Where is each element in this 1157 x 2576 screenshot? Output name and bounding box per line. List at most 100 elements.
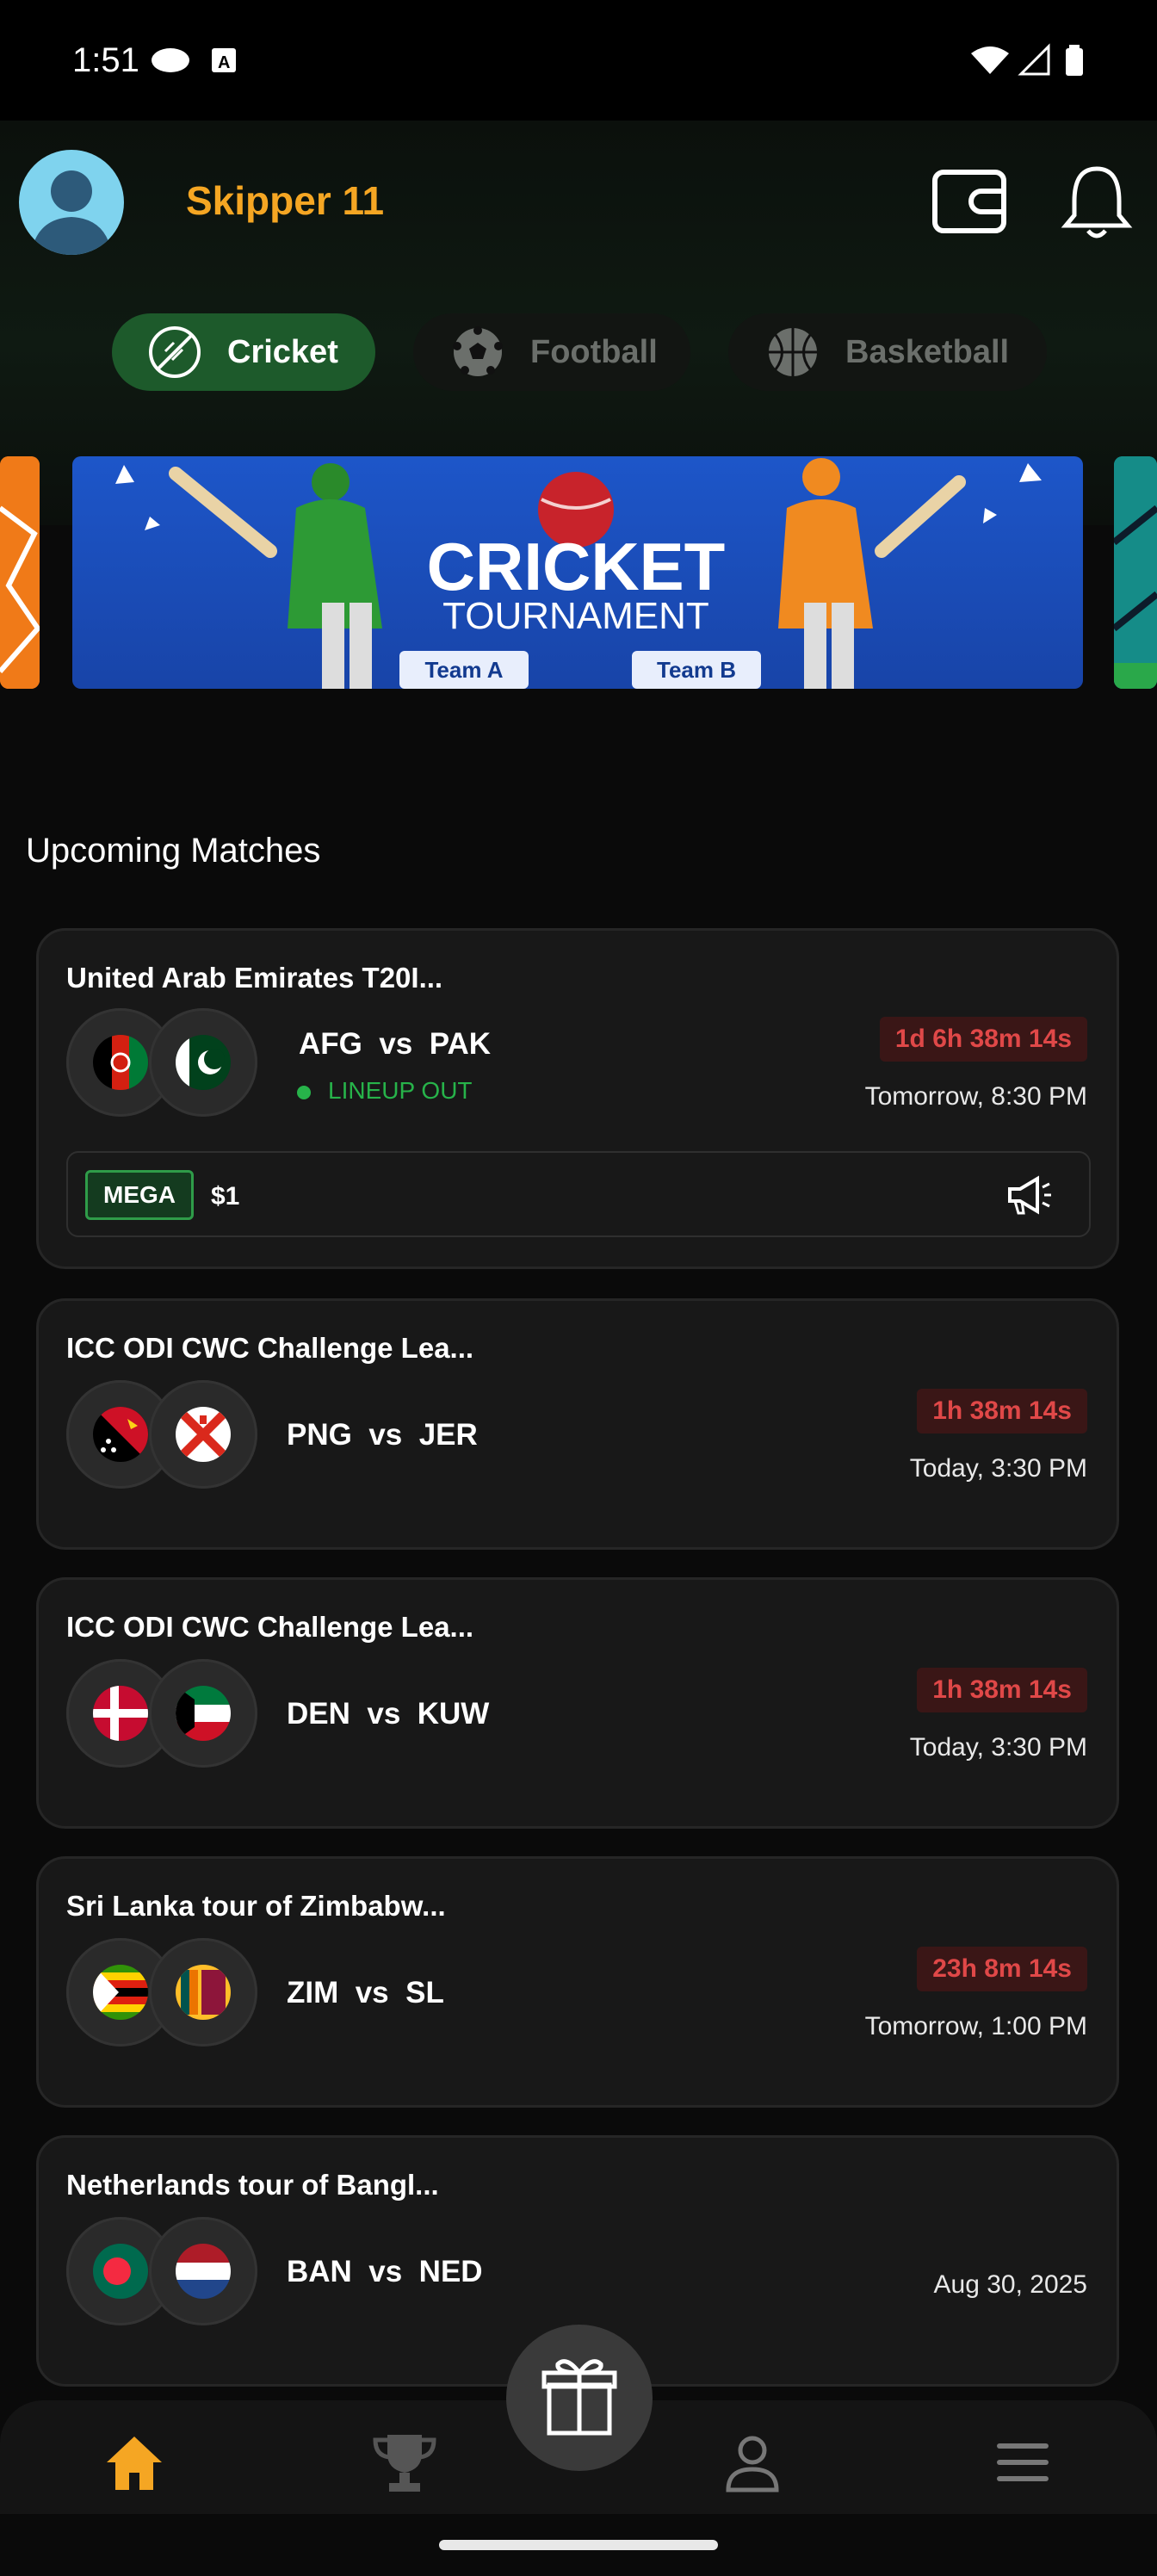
banner-cricket-tournament[interactable]: CRICKET TOURNAMENT Team A Team B bbox=[72, 456, 1083, 689]
match-teams: AFG vs PAK bbox=[299, 1027, 491, 1062]
lineup-dot-icon bbox=[297, 1085, 311, 1099]
team1-code: ZIM bbox=[287, 1976, 339, 2009]
section-title: Upcoming Matches bbox=[26, 832, 321, 870]
match-series: United Arab Emirates T20I... bbox=[66, 962, 443, 994]
lineup-status: LINEUP OUT bbox=[297, 1077, 473, 1105]
status-icons-right bbox=[969, 43, 1090, 82]
banner-art: CRICKET TOURNAMENT Team A Team B bbox=[72, 456, 1083, 689]
team1-code: AFG bbox=[299, 1027, 362, 1061]
avatar[interactable] bbox=[19, 150, 124, 255]
banner-title: CRICKET bbox=[427, 529, 726, 604]
home-icon bbox=[107, 2437, 162, 2490]
flag-kuw-icon bbox=[176, 1686, 231, 1741]
vs-label: vs bbox=[368, 2255, 403, 2288]
banner-prev-art bbox=[0, 456, 40, 689]
match-card[interactable]: ICC ODI CWC Challenge Lea... DEN vs KUW … bbox=[36, 1577, 1119, 1829]
team2-code: NED bbox=[418, 2255, 483, 2288]
nav-trophy[interactable] bbox=[372, 2430, 437, 2495]
countdown-badge: 1d 6h 38m 14s bbox=[879, 1017, 1087, 1062]
cricket-ball-icon bbox=[149, 326, 201, 378]
status-time: 1:51 bbox=[72, 41, 139, 79]
megaphone-icon[interactable] bbox=[1006, 1173, 1053, 1217]
team1-code: DEN bbox=[287, 1697, 350, 1731]
app-title: Skipper 11 bbox=[186, 178, 385, 223]
trophy-icon bbox=[373, 2435, 436, 2492]
team2-code: KUW bbox=[417, 1697, 490, 1731]
match-teams: BAN vs NED bbox=[287, 2255, 483, 2289]
home-indicator bbox=[439, 2540, 718, 2550]
sport-tabs: Cricket Football Basketball bbox=[0, 313, 1157, 393]
match-card[interactable]: ICC ODI CWC Challenge Lea... PNG vs JER … bbox=[36, 1298, 1119, 1550]
banner-next-peek[interactable] bbox=[1114, 456, 1157, 689]
banner-team-a: Team A bbox=[424, 657, 503, 683]
match-time: Tomorrow, 8:30 PM bbox=[864, 1082, 1087, 1111]
football-icon bbox=[453, 326, 503, 376]
team2-flag bbox=[149, 1380, 257, 1489]
tab-basketball[interactable]: Basketball bbox=[728, 313, 1047, 391]
user-avatar-icon bbox=[31, 170, 112, 255]
lineup-label: LINEUP OUT bbox=[328, 1077, 473, 1104]
basketball-icon bbox=[769, 328, 817, 376]
contest-row[interactable]: MEGA $1 bbox=[66, 1151, 1091, 1237]
match-series: ICC ODI CWC Challenge Lea... bbox=[66, 1611, 474, 1643]
vs-label: vs bbox=[368, 1418, 403, 1452]
match-time: Today, 3:30 PM bbox=[909, 1733, 1087, 1762]
flag-png-icon bbox=[93, 1407, 148, 1462]
wallet-button[interactable] bbox=[930, 162, 1012, 245]
bell-icon bbox=[1061, 166, 1133, 238]
wallet-icon bbox=[932, 170, 1006, 233]
match-time: Tomorrow, 1:00 PM bbox=[864, 2012, 1087, 2040]
match-teams: ZIM vs SL bbox=[287, 1976, 444, 2010]
flag-sl-icon bbox=[176, 1965, 231, 2020]
match-series: Netherlands tour of Bangl... bbox=[66, 2169, 439, 2201]
team1-code: BAN bbox=[287, 2255, 352, 2288]
team2-flag bbox=[149, 1938, 257, 2047]
tab-football[interactable]: Football bbox=[413, 313, 690, 391]
banner-next-art bbox=[1114, 456, 1157, 689]
tab-basketball-label: Basketball bbox=[845, 333, 1010, 370]
match-time: Today, 3:30 PM bbox=[909, 1454, 1087, 1483]
match-card[interactable]: United Arab Emirates T20I... AFG vs PAK … bbox=[36, 928, 1119, 1269]
banner-subtitle: TOURNAMENT bbox=[442, 595, 709, 637]
vs-label: vs bbox=[379, 1027, 413, 1061]
match-teams: DEN vs KUW bbox=[287, 1697, 489, 1731]
countdown-badge: 1h 38m 14s bbox=[917, 1389, 1087, 1434]
countdown-badge: 1h 38m 14s bbox=[917, 1668, 1087, 1712]
team2-code: SL bbox=[405, 1976, 444, 2009]
match-series: ICC ODI CWC Challenge Lea... bbox=[66, 1332, 474, 1364]
user-icon bbox=[726, 2436, 779, 2492]
menu-icon bbox=[997, 2443, 1049, 2481]
flag-pak-icon bbox=[176, 1035, 231, 1090]
banner-team-b: Team B bbox=[657, 657, 736, 683]
status-icons-left: A bbox=[152, 43, 238, 80]
svg-text:A: A bbox=[218, 53, 230, 72]
notifications-button[interactable] bbox=[1055, 160, 1138, 243]
team2-code: PAK bbox=[429, 1027, 492, 1061]
flag-zim-icon bbox=[93, 1965, 148, 2020]
nav-profile[interactable] bbox=[720, 2430, 785, 2495]
team1-code: PNG bbox=[287, 1418, 352, 1452]
countdown-badge: 23h 8m 14s bbox=[917, 1947, 1087, 1991]
gift-button[interactable] bbox=[506, 2325, 653, 2471]
tab-cricket[interactable]: Cricket bbox=[112, 313, 375, 391]
match-time: Aug 30, 2025 bbox=[933, 2270, 1088, 2299]
flag-ned-icon bbox=[176, 2244, 231, 2299]
flag-afg-icon bbox=[93, 1035, 148, 1090]
team2-flag bbox=[149, 1659, 257, 1768]
contest-price: $1 bbox=[211, 1182, 240, 1211]
tab-cricket-label: Cricket bbox=[227, 333, 338, 370]
team2-flag bbox=[149, 1008, 257, 1117]
nav-home[interactable] bbox=[102, 2430, 167, 2495]
flag-jer-icon bbox=[176, 1407, 231, 1462]
match-teams: PNG vs JER bbox=[287, 1418, 478, 1452]
match-card[interactable]: Sri Lanka tour of Zimbabw... ZIM vs SL 2… bbox=[36, 1856, 1119, 2108]
flag-ban-icon bbox=[93, 2244, 148, 2299]
banner-prev-peek[interactable] bbox=[0, 456, 40, 689]
team2-flag bbox=[149, 2217, 257, 2325]
flag-den-icon bbox=[93, 1686, 148, 1741]
tab-football-label: Football bbox=[530, 333, 658, 370]
nav-menu[interactable] bbox=[990, 2430, 1055, 2495]
gift-icon bbox=[541, 2359, 617, 2436]
team2-code: JER bbox=[418, 1418, 478, 1452]
vs-label: vs bbox=[367, 1697, 401, 1731]
